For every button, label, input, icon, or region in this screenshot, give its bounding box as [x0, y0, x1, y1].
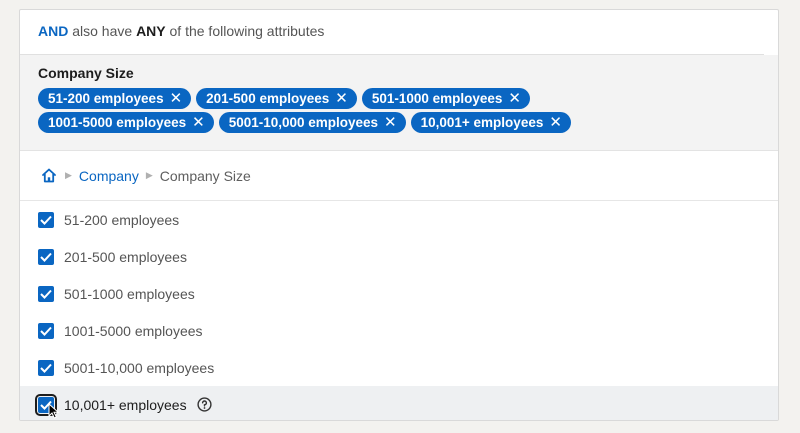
mouse-cursor-icon [48, 403, 60, 419]
and-keyword: AND [38, 23, 69, 39]
list-item[interactable]: 5001-10,000 employees [20, 349, 778, 386]
chip-501-1000[interactable]: 501-1000 employees ✕ [361, 88, 530, 109]
list-item[interactable]: 201-500 employees [20, 238, 778, 275]
help-icon[interactable] [196, 397, 212, 412]
option-label: 51-200 employees [64, 211, 180, 228]
close-icon[interactable]: ✕ [508, 91, 521, 106]
section-title: Company Size [38, 65, 134, 81]
option-label: 5001-10,000 employees [64, 359, 215, 376]
any-keyword: ANY [136, 23, 166, 39]
chip-51-200[interactable]: 51-200 employees ✕ [38, 88, 192, 109]
breadcrumb-company[interactable]: Company [79, 168, 139, 184]
options-list: 51-200 employees 201-500 employees 501-1… [20, 201, 778, 420]
option-label: 201-500 employees [64, 248, 187, 265]
close-icon[interactable]: ✕ [170, 91, 183, 106]
close-icon[interactable]: ✕ [335, 91, 348, 106]
chip-label: 5001-10,000 employees [228, 115, 379, 130]
chip-label: 501-1000 employees [371, 91, 503, 106]
chip-10001-plus[interactable]: 10,001+ employees ✕ [410, 112, 571, 133]
chip-label: 201-500 employees [206, 91, 330, 106]
header-middle-text: also have [68, 23, 137, 39]
chip-label: 10,001+ employees [420, 115, 544, 130]
breadcrumb: ▶ Company ▶ Company Size [20, 151, 778, 201]
close-icon[interactable]: ✕ [384, 115, 397, 130]
chip-201-500[interactable]: 201-500 employees ✕ [196, 88, 357, 109]
chevron-right-icon: ▶ [145, 170, 153, 180]
list-item[interactable]: 10,001+ employees [20, 386, 778, 420]
chip-label: 1001-5000 employees [48, 115, 187, 130]
option-label: 501-1000 employees [64, 285, 195, 302]
close-icon[interactable]: ✕ [549, 115, 562, 130]
home-icon[interactable] [40, 167, 58, 185]
list-item[interactable]: 1001-5000 employees [20, 312, 778, 349]
checkbox-checked[interactable] [38, 322, 54, 339]
checkbox-checked[interactable] [38, 285, 54, 302]
list-item[interactable]: 501-1000 employees [20, 275, 778, 312]
attribute-filter-panel: AND also have ANY of the following attri… [19, 9, 779, 421]
checkbox-checked[interactable] [38, 359, 54, 376]
list-item[interactable]: 51-200 employees [20, 201, 778, 238]
chip-label: 51-200 employees [48, 91, 164, 106]
checkbox-checked[interactable] [38, 211, 54, 228]
close-icon[interactable]: ✕ [192, 115, 205, 130]
checkbox-checked[interactable] [38, 248, 54, 265]
filter-header: AND also have ANY of the following attri… [20, 10, 764, 55]
chip-5001-10000[interactable]: 5001-10,000 employees ✕ [218, 112, 406, 133]
selected-chips: 51-200 employees ✕ 201-500 employees ✕ 501… [38, 88, 638, 133]
header-tail-text: of the following attributes [165, 23, 325, 39]
option-label: 10,001+ employees [64, 396, 187, 413]
option-label: 1001-5000 employees [64, 322, 203, 339]
chip-1001-5000[interactable]: 1001-5000 employees ✕ [38, 112, 214, 133]
selected-attributes-section: Company Size 51-200 employees ✕ 201-500 e… [20, 55, 778, 151]
breadcrumb-current: Company Size [159, 167, 251, 184]
chevron-right-icon: ▶ [65, 170, 72, 180]
